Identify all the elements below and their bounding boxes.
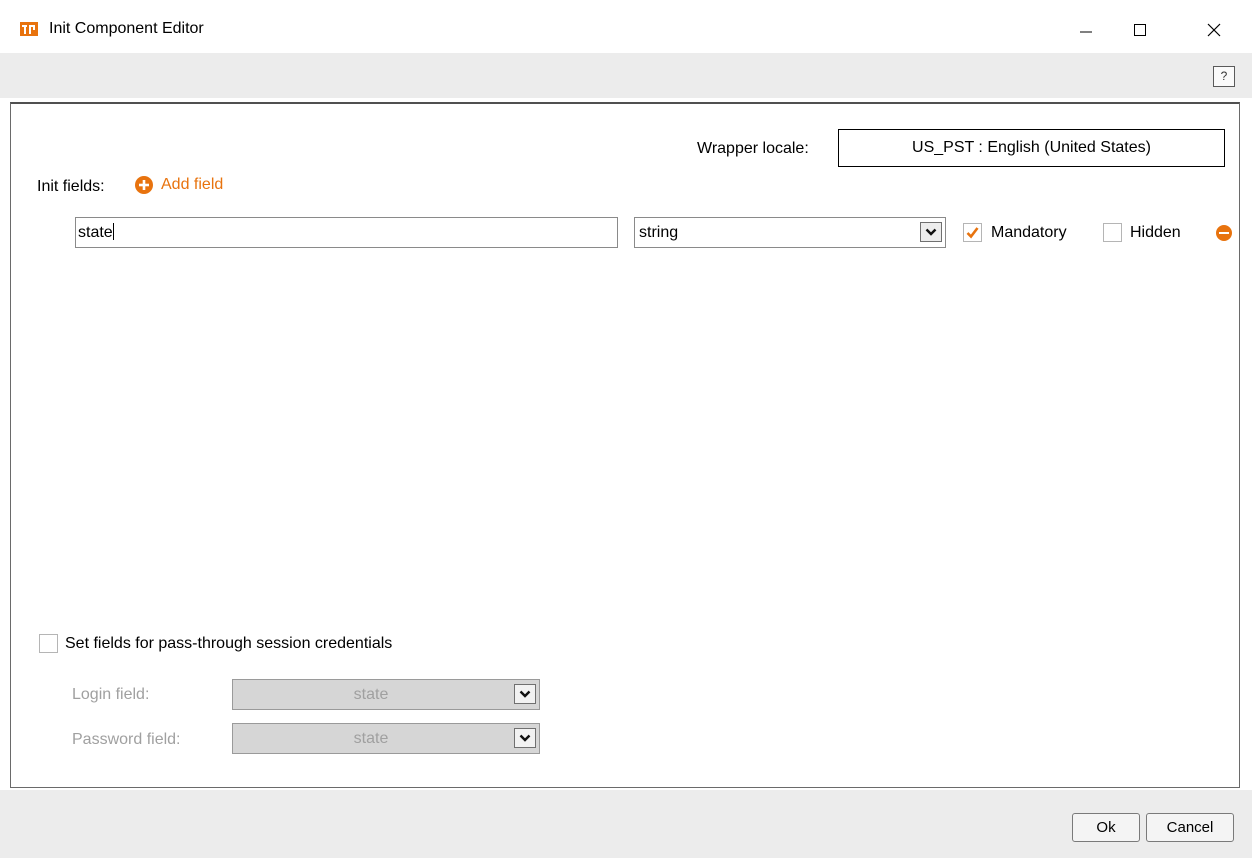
password-field-select: state xyxy=(232,723,540,754)
add-field-label: Add field xyxy=(161,176,224,193)
passthrough-checkbox[interactable] xyxy=(39,634,58,653)
window-title: Init Component Editor xyxy=(49,20,204,37)
hidden-label: Hidden xyxy=(1130,224,1181,241)
login-field-dropdown-button xyxy=(514,684,536,704)
field-type-dropdown-button[interactable] xyxy=(920,222,942,242)
password-field-label: Password field: xyxy=(72,731,181,748)
close-button[interactable] xyxy=(1194,12,1234,48)
minimize-icon xyxy=(1080,31,1092,33)
minimize-button[interactable] xyxy=(1066,12,1106,48)
dropdown-chevron-icon xyxy=(519,690,531,698)
cancel-button[interactable]: Cancel xyxy=(1146,813,1234,842)
field-type-select[interactable]: string xyxy=(634,217,946,248)
wrapper-locale-value: US_PST : English (United States) xyxy=(838,129,1225,167)
help-button[interactable]: ? xyxy=(1213,66,1235,87)
add-circle-icon xyxy=(135,176,153,194)
password-field-dropdown-button xyxy=(514,728,536,748)
dropdown-chevron-icon xyxy=(519,734,531,742)
remove-field-button[interactable] xyxy=(1216,225,1232,241)
login-field-label: Login field: xyxy=(72,686,150,703)
password-field-value: state xyxy=(353,730,389,747)
maximize-icon xyxy=(1134,24,1146,36)
mandatory-checkbox[interactable] xyxy=(963,223,982,242)
field-type-value: string xyxy=(639,224,679,241)
close-icon xyxy=(1207,23,1221,37)
mandatory-label: Mandatory xyxy=(991,224,1067,241)
login-field-value: state xyxy=(353,686,389,703)
checkmark-icon xyxy=(966,227,979,239)
app-logo-icon xyxy=(20,22,38,36)
footer xyxy=(0,790,1252,858)
dropdown-chevron-icon xyxy=(925,228,937,236)
title-bar: Init Component Editor xyxy=(0,0,1252,53)
passthrough-label: Set fields for pass-through session cred… xyxy=(65,635,393,652)
main-panel xyxy=(10,102,1240,788)
add-field-button[interactable]: Add field xyxy=(135,176,223,194)
ok-button[interactable]: Ok xyxy=(1072,813,1140,842)
wrapper-locale-label: Wrapper locale: xyxy=(697,140,809,157)
hidden-checkbox[interactable] xyxy=(1103,223,1122,242)
maximize-button[interactable] xyxy=(1120,12,1160,48)
login-field-select: state xyxy=(232,679,540,710)
field-name-value: state xyxy=(78,224,113,241)
init-fields-label: Init fields: xyxy=(37,178,105,195)
field-name-input[interactable]: state xyxy=(75,217,618,248)
toolbar xyxy=(0,53,1252,98)
text-caret xyxy=(112,223,114,240)
